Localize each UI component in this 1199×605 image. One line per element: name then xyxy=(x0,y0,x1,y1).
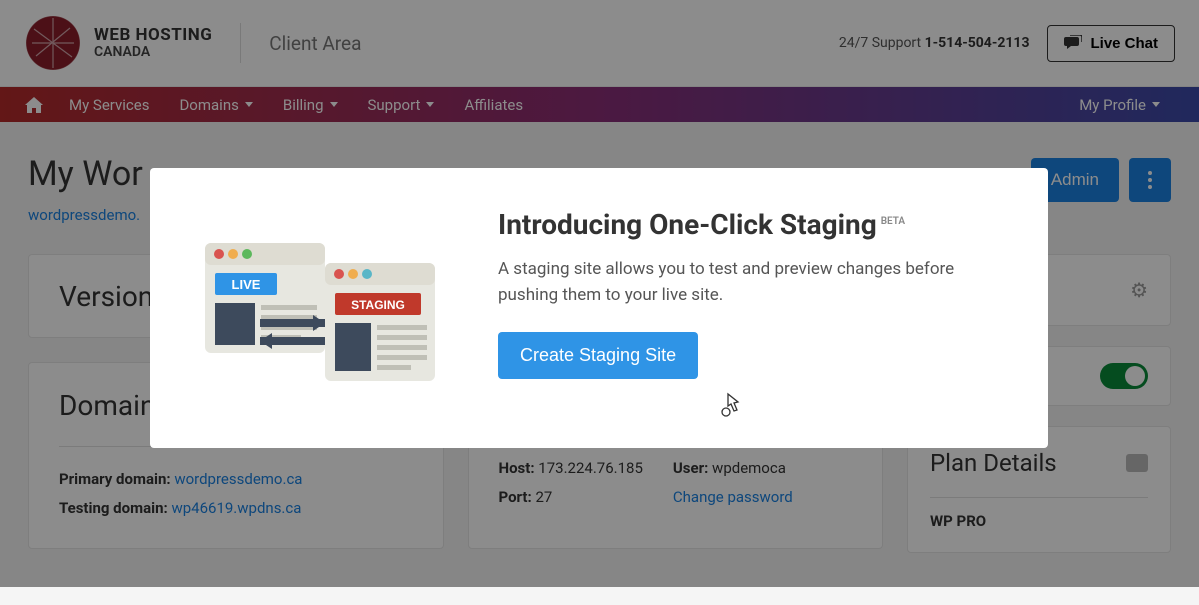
modal-title: Introducing One-Click StagingBETA xyxy=(498,208,1004,241)
modal-illustration: LIVE STAGING xyxy=(190,208,450,408)
svg-text:STAGING: STAGING xyxy=(351,298,405,312)
beta-badge: BETA xyxy=(881,216,905,227)
create-staging-button[interactable]: Create Staging Site xyxy=(498,332,698,379)
staging-modal: LIVE STAGING Introducing One-Click Stagi… xyxy=(150,168,1048,448)
svg-text:LIVE: LIVE xyxy=(232,277,261,292)
modal-description: A staging site allows you to test and pr… xyxy=(498,257,1004,308)
